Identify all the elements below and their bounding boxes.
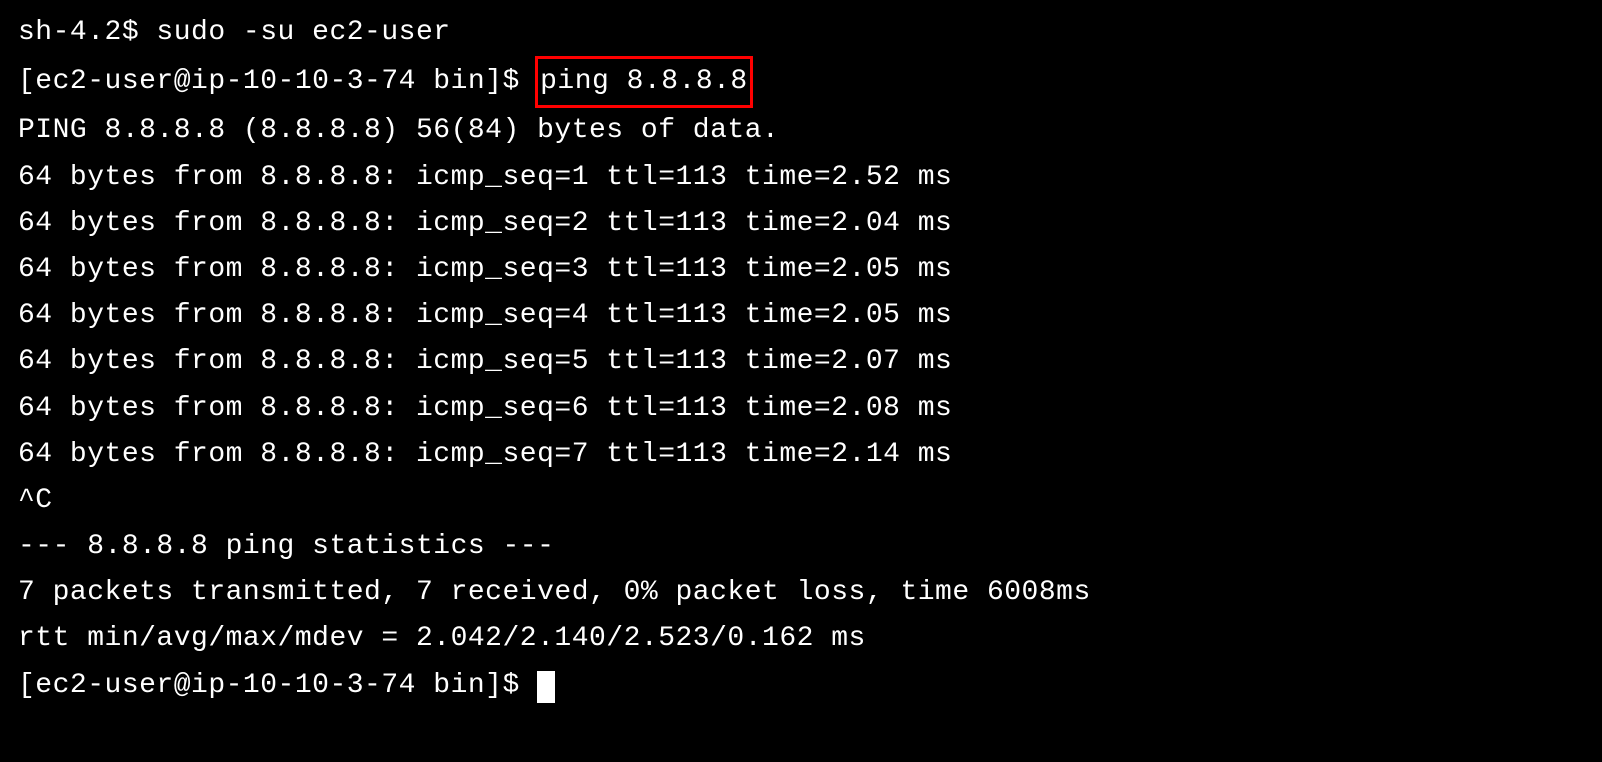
ping-reply: 64 bytes from 8.8.8.8: icmp_seq=4 ttl=11…	[18, 293, 1584, 339]
ping-header: PING 8.8.8.8 (8.8.8.8) 56(84) bytes of d…	[18, 108, 1584, 154]
terminal-line: [ec2-user@ip-10-10-3-74 bin]$ ping 8.8.8…	[18, 56, 1584, 108]
terminal-line: sh-4.2$ sudo -su ec2-user	[18, 10, 1584, 56]
shell-prompt: sh-4.2$	[18, 17, 156, 48]
ping-stats-rtt: rtt min/avg/max/mdev = 2.042/2.140/2.523…	[18, 616, 1584, 662]
interrupt-signal: ^C	[18, 478, 1584, 524]
terminal-line[interactable]: [ec2-user@ip-10-10-3-74 bin]$	[18, 663, 1584, 709]
shell-prompt: [ec2-user@ip-10-10-3-74 bin]$	[18, 66, 537, 97]
ping-reply: 64 bytes from 8.8.8.8: icmp_seq=3 ttl=11…	[18, 247, 1584, 293]
command-text: sudo -su ec2-user	[156, 17, 450, 48]
ping-reply: 64 bytes from 8.8.8.8: icmp_seq=7 ttl=11…	[18, 432, 1584, 478]
highlighted-command: ping 8.8.8.8	[535, 56, 753, 108]
cursor-icon	[537, 671, 555, 703]
ping-reply: 64 bytes from 8.8.8.8: icmp_seq=2 ttl=11…	[18, 201, 1584, 247]
ping-stats-packets: 7 packets transmitted, 7 received, 0% pa…	[18, 570, 1584, 616]
ping-reply: 64 bytes from 8.8.8.8: icmp_seq=6 ttl=11…	[18, 386, 1584, 432]
shell-prompt: [ec2-user@ip-10-10-3-74 bin]$	[18, 670, 537, 701]
ping-reply: 64 bytes from 8.8.8.8: icmp_seq=5 ttl=11…	[18, 339, 1584, 385]
ping-stats-header: --- 8.8.8.8 ping statistics ---	[18, 524, 1584, 570]
ping-reply: 64 bytes from 8.8.8.8: icmp_seq=1 ttl=11…	[18, 155, 1584, 201]
